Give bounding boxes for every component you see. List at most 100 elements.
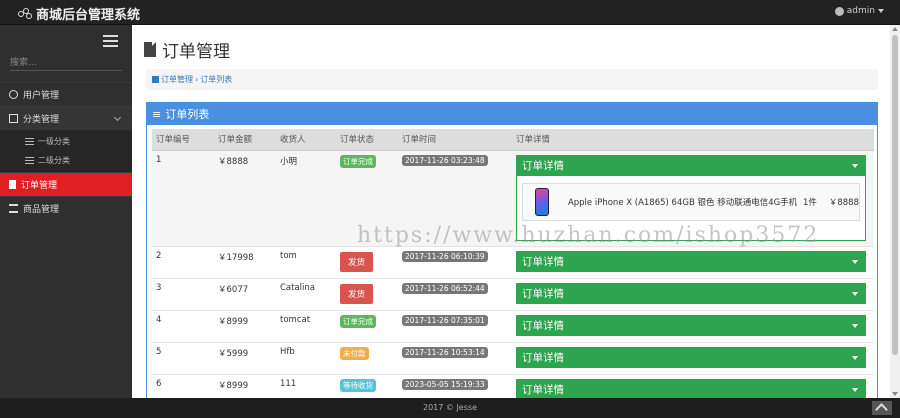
order-status: 未付款 (336, 341, 398, 374)
panel-title: 订单列表 (165, 108, 210, 121)
order-id: 4 (152, 309, 214, 342)
order-detail-button[interactable]: 订单详情 (516, 314, 866, 336)
file-icon (9, 180, 16, 189)
list-icon (25, 157, 34, 164)
order-receiver: 111 (276, 373, 336, 398)
scrollbar[interactable] (890, 25, 900, 398)
ship-button[interactable]: 发货 (340, 251, 374, 272)
product-image (535, 187, 549, 216)
back-to-top-icon[interactable] (872, 401, 892, 415)
order-status: 发货 (336, 277, 398, 310)
order-receiver: tomcat (276, 309, 336, 342)
order-detail-button[interactable]: 订单详情 (516, 378, 866, 398)
order-id: 3 (152, 277, 214, 310)
logo-icon (18, 7, 32, 20)
order-time: 2023-05-05 15:19:33 (398, 373, 512, 398)
order-detail: 订单详情 (512, 341, 874, 374)
breadcrumb-link[interactable]: 订单管理 (161, 74, 193, 85)
category-submenu: 一级分类 二级分类 (0, 130, 132, 172)
footer: 2017 © Jesse (0, 398, 900, 418)
order-detail: 订单详情 (512, 373, 874, 398)
user-menu[interactable]: admin (834, 6, 884, 16)
sidebar-item-products[interactable]: 商品管理 (0, 196, 132, 220)
column-header: 订单详情 (512, 129, 874, 151)
main-content: 订单管理 订单管理 › 订单列表 ≡ 订单列表 订单编号 订单金额 收货人 订单… (132, 25, 890, 398)
table-row: 6 ￥8999 111 等待收货 2023-05-05 15:19:33 订单详情 (152, 373, 874, 398)
caret-down-icon (878, 9, 884, 13)
order-time: 2017-11-26 03:23:48 (398, 149, 512, 246)
list-icon: ≡ (152, 107, 162, 121)
order-time: 2017-11-26 07:35:01 (398, 309, 512, 342)
ship-button[interactable]: 发货 (340, 283, 374, 304)
scroll-up-icon[interactable] (892, 27, 898, 31)
order-receiver: tom (276, 245, 336, 278)
product-row: Apple iPhone X (A1865) 64GB 银色 移动联通电信4G手… (522, 182, 860, 221)
order-table: 订单编号 订单金额 收货人 订单状态 订单时间 订单详情 1 ￥8888 小明 订单完… (152, 129, 874, 398)
caret-down-icon (852, 291, 858, 296)
order-time: 2017-11-26 06:52:44 (398, 277, 512, 310)
sidebar-item-label: 商品管理 (23, 205, 60, 215)
order-detail-button[interactable]: 订单详情 (516, 346, 866, 368)
time-badge: 2017-11-26 03:23:48 (402, 154, 488, 166)
caret-down-icon (852, 163, 858, 168)
sidebar: 用户管理 分类管理 一级分类 二级分类 订单管理 商品管理 (0, 25, 132, 398)
column-header: 订单金额 (214, 129, 276, 151)
order-receiver: Catalina (276, 277, 336, 310)
order-time: 2017-11-26 06:10:39 (398, 245, 512, 278)
sidebar-item-orders[interactable]: 订单管理 (0, 172, 132, 196)
caret-down-icon (852, 355, 858, 360)
sidebar-item-label: 分类管理 (23, 115, 60, 125)
order-status: 等待收货 (336, 373, 398, 398)
bank-icon (9, 204, 18, 213)
order-detail-button[interactable]: 订单详情 (516, 154, 866, 176)
order-detail: 订单详情 (512, 277, 874, 310)
search-input[interactable] (10, 55, 122, 71)
order-amount: ￥8999 (214, 373, 276, 398)
product-price: ￥8888 (828, 197, 859, 208)
scrollbar-thumb[interactable] (892, 35, 898, 355)
page-title: 订单管理 (144, 37, 230, 62)
order-detail-label: 订单详情 (522, 383, 564, 396)
sidebar-subitem-level2[interactable]: 二级分类 (0, 151, 132, 170)
order-amount: ￥17998 (214, 245, 276, 278)
column-header: 收货人 (276, 129, 336, 151)
order-detail: 订单详情 (512, 245, 874, 278)
table-row: 2 ￥17998 tom 发货 2017-11-26 06:10:39 订单详情 (152, 245, 874, 278)
order-amount: ￥8888 (214, 149, 276, 246)
column-header: 订单状态 (336, 129, 398, 151)
sidebar-subitem-level1[interactable]: 一级分类 (0, 132, 132, 151)
order-id: 5 (152, 341, 214, 374)
scroll-down-icon[interactable] (892, 392, 898, 396)
order-detail: 订单详情 (512, 309, 874, 342)
order-list-panel: ≡ 订单列表 订单编号 订单金额 收货人 订单状态 订单时间 订单详情 1 ￥88… (146, 102, 878, 398)
file-icon (144, 42, 156, 57)
caret-down-icon (852, 387, 858, 392)
app-brand[interactable]: 商城后台管理系统 (18, 4, 140, 23)
order-amount: ￥5999 (214, 341, 276, 374)
sidebar-item-users[interactable]: 用户管理 (0, 82, 132, 106)
sidebar-item-categories[interactable]: 分类管理 (0, 106, 132, 130)
order-receiver: 小明 (276, 149, 336, 246)
table-row: 4 ￥8999 tomcat 订单完成 2017-11-26 07:35:01 订单详情 (152, 309, 874, 342)
sidebar-menu: 用户管理 分类管理 一级分类 二级分类 订单管理 商品管理 (0, 82, 132, 220)
order-receiver: Hfb (276, 341, 336, 374)
order-id: 1 (152, 149, 214, 246)
product-name: Apple iPhone X (A1865) 64GB 银色 移动联通电信4G手… (567, 197, 798, 208)
sidebar-subitem-label: 二级分类 (38, 156, 70, 165)
order-detail-button[interactable]: 订单详情 (516, 282, 866, 304)
user-icon (9, 90, 18, 99)
sidebar-item-label: 订单管理 (21, 181, 58, 191)
time-badge: 2017-11-26 06:10:39 (402, 250, 488, 262)
status-badge: 等待收货 (340, 378, 376, 392)
panel-header: ≡ 订单列表 (147, 103, 877, 125)
page-title-text: 订单管理 (162, 42, 230, 62)
column-header: 订单时间 (398, 129, 512, 151)
order-detail-label: 订单详情 (522, 351, 564, 364)
order-id: 2 (152, 245, 214, 278)
menu-toggle-icon[interactable] (103, 35, 118, 47)
table-row: 5 ￥5999 Hfb 未付款 2017-11-26 10:53:14 订单详情 (152, 341, 874, 374)
chevron-down-icon (113, 113, 122, 122)
order-detail-button[interactable]: 订单详情 (516, 250, 866, 272)
order-time: 2017-11-26 10:53:14 (398, 341, 512, 374)
sidebar-subitem-label: 一级分类 (38, 137, 70, 146)
